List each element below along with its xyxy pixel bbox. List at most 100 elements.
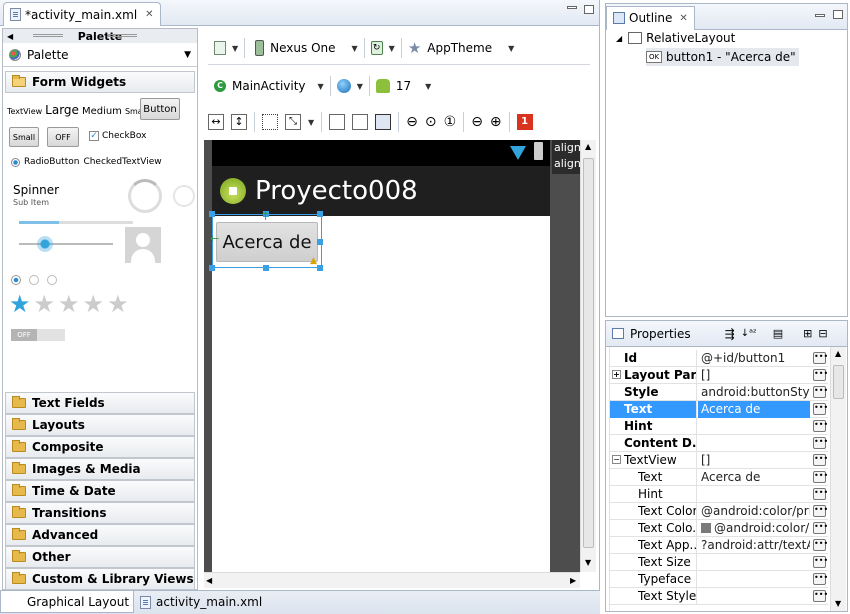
property-row[interactable]: Hint ••• <box>610 486 828 503</box>
editor-tab[interactable]: *activity_main.xml ✕ <box>3 2 161 26</box>
theme-selector[interactable]: AppTheme <box>427 41 492 55</box>
toggle-button-widget[interactable]: OFF <box>47 127 79 147</box>
tree-expanded-icon[interactable]: ◢ <box>616 34 622 43</box>
small-button-widget[interactable]: Small <box>9 127 39 147</box>
toggle-width-icon[interactable]: ↔ <box>208 114 224 130</box>
property-value[interactable]: @+id/button1 <box>698 350 810 367</box>
property-row[interactable]: +Layout Par...[]••• <box>610 367 828 384</box>
property-value[interactable]: [] <box>698 452 810 469</box>
property-edit-button[interactable]: ••• <box>813 403 828 415</box>
property-row[interactable]: Text Acerca de ••• <box>610 401 828 418</box>
chevron-down-icon[interactable]: ▼ <box>508 44 514 53</box>
chevron-down-icon[interactable]: ▼ <box>308 118 314 127</box>
property-value[interactable]: android:buttonStyle <box>698 384 810 401</box>
property-row[interactable]: Text Style ••• <box>610 588 828 605</box>
api-level-selector[interactable]: 17 <box>396 79 411 93</box>
switch-widget[interactable]: OFF <box>11 329 65 341</box>
ratingbar-widget[interactable]: ★ ★ ★ ★ ★ <box>9 291 129 317</box>
palette-title-bar[interactable]: Palette ▼ <box>3 43 197 67</box>
category-text-fields[interactable]: Text Fields <box>5 392 195 414</box>
property-row[interactable]: Id @+id/button1 ••• <box>610 350 828 367</box>
property-row[interactable]: Typeface ••• <box>610 571 828 588</box>
collapse-arrow-icon[interactable]: ◀ <box>7 32 13 41</box>
checkedtextview-widget[interactable]: CheckedTextView <box>83 157 161 167</box>
resize-handle[interactable] <box>209 211 215 217</box>
category-composite[interactable]: Composite <box>5 436 195 458</box>
screen-config-icon[interactable] <box>214 41 226 55</box>
maximize-icon[interactable] <box>833 10 843 19</box>
property-row[interactable]: Text Color@android:color/pri...••• <box>610 503 828 520</box>
property-edit-button[interactable]: ••• <box>813 488 828 500</box>
property-value[interactable]: ?android:attr/textA... <box>698 537 810 554</box>
seekbar-widget[interactable] <box>19 243 113 245</box>
property-edit-button[interactable]: ••• <box>813 590 828 602</box>
category-other[interactable]: Other <box>5 546 195 568</box>
property-value[interactable] <box>698 486 810 503</box>
resize-handle[interactable] <box>209 265 215 271</box>
button-widget[interactable]: Button <box>140 98 180 120</box>
activity-selector[interactable]: MainActivity <box>232 79 306 93</box>
resize-handle[interactable] <box>263 265 269 271</box>
toggle-height-icon[interactable]: ↕ <box>231 114 247 130</box>
layout-right-icon[interactable] <box>375 114 392 130</box>
property-edit-button[interactable]: ••• <box>813 420 828 432</box>
chevron-down-icon[interactable]: ▼ <box>357 82 363 91</box>
property-row[interactable]: Text Colo...@android:color/...••• <box>610 520 828 537</box>
property-edit-button[interactable]: ••• <box>813 437 828 449</box>
tab-outline[interactable]: Outline ✕ <box>606 5 695 30</box>
canvas-hscrollbar[interactable]: ◀ ▶ <box>204 572 580 588</box>
zoom-actual-icon[interactable]: ⊙ <box>425 114 437 130</box>
property-edit-button[interactable]: ••• <box>813 573 828 585</box>
layout-left-icon[interactable] <box>329 114 346 130</box>
chevron-down-icon[interactable]: ▼ <box>184 50 191 60</box>
medium-text-widget[interactable]: Medium <box>82 106 122 117</box>
property-value[interactable] <box>698 435 810 452</box>
minimize-icon[interactable] <box>815 14 825 17</box>
property-row[interactable]: Content D... ••• <box>610 435 828 452</box>
error-count-badge[interactable]: 1 <box>516 114 533 130</box>
property-edit-button[interactable]: ••• <box>813 505 828 517</box>
property-row[interactable]: Text Acerca de ••• <box>610 469 828 486</box>
property-edit-button[interactable]: ••• <box>813 522 828 534</box>
orientation-icon[interactable]: ↻ <box>370 41 383 55</box>
outline-child-button1[interactable]: OK button1 - "Acerca de" <box>646 48 799 66</box>
layout-canvas[interactable]: Proyecto008 Acerca de ↑ ← ▲ align align <box>204 140 580 572</box>
expand-icon[interactable]: + <box>612 370 621 379</box>
chevron-down-icon[interactable]: ▼ <box>352 44 358 53</box>
restore-default-icon[interactable]: ▤ <box>773 327 783 340</box>
radiobutton-widget[interactable]: RadioButton <box>24 157 79 167</box>
outline-root[interactable]: ◢ RelativeLayout <box>616 31 735 45</box>
property-edit-button[interactable]: ••• <box>813 369 828 381</box>
close-icon[interactable]: ✕ <box>145 9 153 20</box>
chevron-down-icon[interactable]: ▼ <box>389 44 395 53</box>
textview-row[interactable]: TextView Large Medium Small <box>7 103 147 117</box>
zoom-fit-icon[interactable]: ⊖ <box>406 114 418 130</box>
property-edit-button[interactable]: ••• <box>813 556 828 568</box>
tab-xml-source[interactable]: activity_main.xml <box>134 591 268 613</box>
large-text-widget[interactable]: Large <box>45 103 79 117</box>
resize-handle[interactable] <box>317 265 323 271</box>
category-advanced[interactable]: Advanced <box>5 524 195 546</box>
tab-graphical-layout[interactable]: Graphical Layout <box>0 591 135 613</box>
property-row[interactable]: Text App...?android:attr/textA...••• <box>610 537 828 554</box>
property-edit-button[interactable]: ••• <box>813 539 828 551</box>
property-edit-button[interactable]: ••• <box>813 386 828 398</box>
property-value[interactable] <box>698 588 810 605</box>
property-value[interactable]: @android:color/pri... <box>698 503 810 520</box>
property-row[interactable]: − TextView[] ••• <box>610 452 828 469</box>
device-screen[interactable]: Proyecto008 Acerca de ↑ ← ▲ <box>209 140 550 572</box>
chevron-down-icon[interactable]: ▼ <box>232 44 238 53</box>
property-value[interactable]: Acerca de <box>698 401 810 418</box>
collapse-icon[interactable]: − <box>612 455 621 464</box>
property-value[interactable]: Acerca de <box>698 469 810 486</box>
resize-handle[interactable] <box>317 211 323 217</box>
quickcontactbadge-icon[interactable] <box>125 227 161 263</box>
category-form-widgets[interactable]: Form Widgets <box>5 71 195 93</box>
radiogroup-widget[interactable] <box>11 275 57 285</box>
canvas-vscrollbar[interactable]: ▲ ▼ <box>580 140 596 572</box>
locale-globe-icon[interactable] <box>336 79 351 93</box>
sort-az-icon[interactable]: ↓ᵃᶻ <box>741 328 757 339</box>
acerca-de-button[interactable]: Acerca de <box>216 222 318 262</box>
expand-all-icon[interactable]: ⊞ <box>803 327 812 340</box>
maximize-icon[interactable] <box>584 5 594 14</box>
